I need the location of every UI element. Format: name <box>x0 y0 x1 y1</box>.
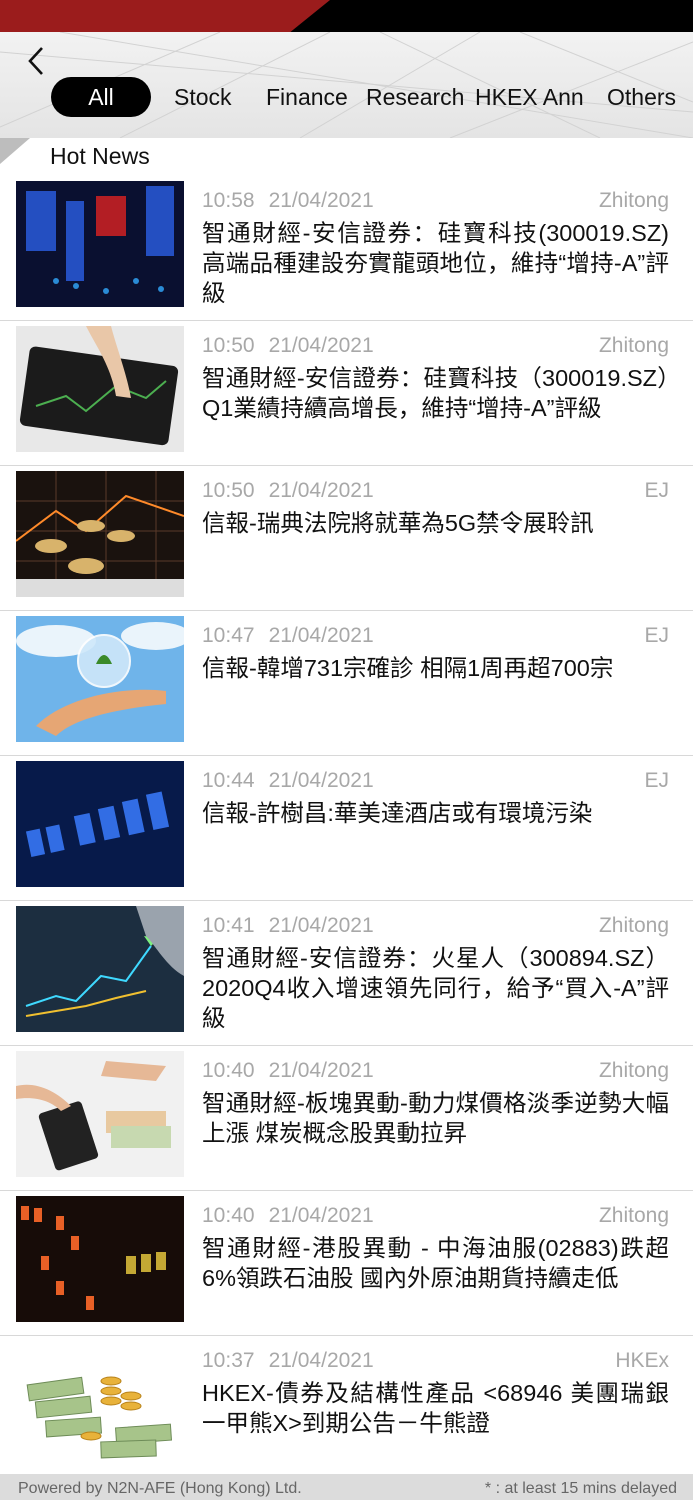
news-source: Zhitong <box>598 189 669 212</box>
news-date: 21/04/2021 <box>268 479 374 502</box>
footer: Powered by N2N-AFE (Hong Kong) Ltd. * : … <box>0 1474 693 1500</box>
section-marker <box>0 138 30 164</box>
news-item[interactable]: 10:50 21/04/2021 EJ 信報-瑞典法院將就華為5G禁令展聆訊 <box>0 466 693 611</box>
tablet-chart-image <box>16 326 184 452</box>
news-headline: 智通財經-安信證券：火星人（300894.SZ）2020Q4收入增速領先同行，給… <box>202 945 669 1031</box>
news-source: EJ <box>644 624 669 647</box>
news-time: 10:50 <box>202 334 255 357</box>
news-source: HKEx <box>615 1349 669 1372</box>
news-date: 21/04/2021 <box>268 1059 374 1082</box>
tab-all[interactable]: All <box>51 77 151 117</box>
news-headline: 信報-韓增731宗確診 相隔1周再超700宗 <box>202 655 614 681</box>
tab-research[interactable]: Research <box>366 77 464 117</box>
tab-hkex-ann[interactable]: HKEX Ann <box>475 77 584 117</box>
news-headline: 智通財經-港股異動 - 中海油服(02883)跌超6%領跌石油股 國內外原油期貨… <box>202 1235 669 1291</box>
news-date: 21/04/2021 <box>268 334 374 357</box>
section-header: Hot News <box>0 138 693 176</box>
news-source: Zhitong <box>598 334 669 357</box>
news-meta: 10:41 21/04/2021 Zhitong <box>202 914 669 938</box>
news-source: Zhitong <box>598 1059 669 1082</box>
news-date: 21/04/2021 <box>268 1349 374 1372</box>
news-time: 10:40 <box>202 1204 255 1227</box>
news-item[interactable]: 10:37 21/04/2021 HKEx HKEX-債券及結構性產品 <6894… <box>0 1336 693 1481</box>
news-headline: HKEX-債券及結構性產品 <68946 美團瑞銀一甲熊X>到期公告－牛熊證 <box>202 1380 669 1436</box>
hand-bubble-image <box>16 616 184 742</box>
news-time: 10:58 <box>202 189 255 212</box>
news-headline: 信報-許樹昌:華美達酒店或有環境污染 <box>202 800 593 826</box>
news-date: 21/04/2021 <box>268 189 374 212</box>
news-item[interactable]: 10:50 21/04/2021 Zhitong 智通財經-安信證券：硅寶科技（3… <box>0 321 693 466</box>
news-source: Zhitong <box>598 1204 669 1227</box>
news-time: 10:47 <box>202 624 255 647</box>
cash-stack-image <box>16 1341 184 1467</box>
news-headline: 信報-瑞典法院將就華為5G禁令展聆訊 <box>202 510 594 536</box>
news-time: 10:37 <box>202 1349 255 1372</box>
news-date: 21/04/2021 <box>268 769 374 792</box>
news-list: 10:58 21/04/2021 Zhitong 智通財經-安信證券：硅寶科技(3… <box>0 176 693 1481</box>
delay-note: * : at least 15 mins delayed <box>484 1480 677 1497</box>
news-headline: 智通財經-安信證券：硅寶科技（300019.SZ）Q1業績持續高增長，維持“增持… <box>202 365 669 421</box>
powered-by-text: Powered by N2N-AFE (Hong Kong) Ltd. <box>18 1480 302 1497</box>
news-item[interactable]: 10:58 21/04/2021 Zhitong 智通財經-安信證券：硅寶科技(3… <box>0 176 693 321</box>
led-ticker-image <box>16 1196 184 1322</box>
news-meta: 10:50 21/04/2021 EJ <box>202 479 669 503</box>
news-time: 10:40 <box>202 1059 255 1082</box>
news-item[interactable]: 10:40 21/04/2021 Zhitong 智通財經-港股異動 - 中海油服… <box>0 1191 693 1336</box>
news-source: EJ <box>644 479 669 502</box>
news-headline: 智通財經-安信證券：硅寶科技(300019.SZ)高端品種建設夯實龍頭地位，維持… <box>202 220 669 306</box>
tab-finance[interactable]: Finance <box>266 77 348 117</box>
news-meta: 10:47 21/04/2021 EJ <box>202 624 669 648</box>
news-item[interactable]: 10:41 21/04/2021 Zhitong 智通財經-安信證券：火星人（30… <box>0 901 693 1046</box>
news-time: 10:44 <box>202 769 255 792</box>
news-item[interactable]: 10:40 21/04/2021 Zhitong 智通財經-板塊異動-動力煤價格淡… <box>0 1046 693 1191</box>
news-meta: 10:40 21/04/2021 Zhitong <box>202 1204 669 1228</box>
news-source: Zhitong <box>598 914 669 937</box>
back-button[interactable] <box>22 44 52 78</box>
brand-stripe <box>0 0 330 32</box>
tab-stock[interactable]: Stock <box>174 77 232 117</box>
tab-others[interactable]: Others <box>607 77 676 117</box>
news-source: EJ <box>644 769 669 792</box>
news-date: 21/04/2021 <box>268 624 374 647</box>
news-date: 21/04/2021 <box>268 914 374 937</box>
stock-board-image <box>16 181 184 307</box>
news-date: 21/04/2021 <box>268 1204 374 1227</box>
coins-chart-image <box>16 471 184 597</box>
news-meta: 10:44 21/04/2021 EJ <box>202 769 669 793</box>
news-meta: 10:58 21/04/2021 Zhitong <box>202 189 669 213</box>
header: All Stock Finance Research HKEX Ann Othe… <box>0 32 693 138</box>
status-bar <box>0 0 693 32</box>
digital-numbers-image <box>16 761 184 887</box>
news-meta: 10:40 21/04/2021 Zhitong <box>202 1059 669 1083</box>
chevron-left-icon <box>28 47 43 75</box>
news-meta: 10:37 21/04/2021 HKEx <box>202 1349 669 1373</box>
section-title: Hot News <box>50 143 150 169</box>
news-item[interactable]: 10:44 21/04/2021 EJ 信報-許樹昌:華美達酒店或有環境污染 <box>0 756 693 901</box>
news-item[interactable]: 10:47 21/04/2021 EJ 信報-韓增731宗確診 相隔1周再超700… <box>0 611 693 756</box>
news-time: 10:50 <box>202 479 255 502</box>
news-meta: 10:50 21/04/2021 Zhitong <box>202 334 669 358</box>
news-headline: 智通財經-板塊異動-動力煤價格淡季逆勢大幅上漲 煤炭概念股異動拉昇 <box>202 1090 669 1146</box>
news-time: 10:41 <box>202 914 255 937</box>
calculator-money-image <box>16 1051 184 1177</box>
touch-graph-image <box>16 906 184 1032</box>
